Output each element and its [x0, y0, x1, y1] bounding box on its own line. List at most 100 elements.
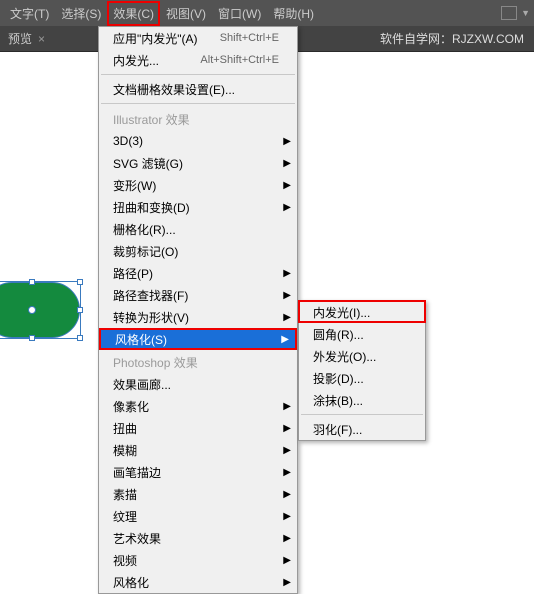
- section-header: Illustrator 效果: [99, 107, 297, 130]
- menu-help[interactable]: 帮助(H): [267, 1, 320, 26]
- arrow-icon: ▶: [283, 136, 291, 147]
- menu-view[interactable]: 视图(V): [160, 1, 212, 26]
- arrow-icon: ▶: [283, 423, 291, 434]
- menu-text[interactable]: 文字(T): [4, 1, 55, 26]
- menu-ps-stylize[interactable]: 风格化 ▶: [99, 571, 297, 593]
- arrow-icon: ▶: [283, 511, 291, 522]
- menu-label: 内发光...: [113, 52, 159, 69]
- arrow-icon: ▶: [283, 401, 291, 412]
- close-icon[interactable]: ×: [38, 32, 45, 46]
- menu-apply-inner-glow[interactable]: 应用"内发光"(A) Shift+Ctrl+E: [99, 27, 297, 49]
- dropdown-icon[interactable]: ▼: [521, 8, 530, 18]
- menu-label: 涂抹(B)...: [313, 392, 363, 409]
- menu-label: 纹理: [113, 508, 137, 525]
- menu-label: 视频: [113, 552, 137, 569]
- menu-pixelate[interactable]: 像素化 ▶: [99, 395, 297, 417]
- menubar: 文字(T) 选择(S) 效果(C) 视图(V) 窗口(W) 帮助(H) ▼: [0, 0, 534, 26]
- menu-label: 画笔描边: [113, 464, 161, 481]
- stylize-submenu: 内发光(I)... 圆角(R)... 外发光(O)... 投影(D)... 涂抹…: [298, 300, 426, 441]
- shortcut: Alt+Shift+Ctrl+E: [200, 54, 279, 66]
- menu-label: 路径查找器(F): [113, 287, 188, 304]
- arrow-icon: ▶: [283, 467, 291, 478]
- submenu-scribble[interactable]: 涂抹(B)...: [299, 389, 425, 411]
- menu-label: 路径(P): [113, 265, 153, 282]
- section-header: Photoshop 效果: [99, 350, 297, 373]
- arrow-icon: ▶: [283, 268, 291, 279]
- toolbar-right: ▼: [501, 6, 530, 20]
- separator: [301, 414, 423, 415]
- menu-label: 投影(D)...: [313, 370, 364, 387]
- menu-sketch[interactable]: 素描 ▶: [99, 483, 297, 505]
- menu-distort-transform[interactable]: 扭曲和变换(D) ▶: [99, 196, 297, 218]
- menu-label: 扭曲和变换(D): [113, 199, 190, 216]
- canvas[interactable]: [0, 52, 100, 532]
- watermark-text: 软件自学网：RJZXW.COM: [380, 30, 534, 47]
- menu-3d[interactable]: 3D(3) ▶: [99, 130, 297, 152]
- arrow-icon: ▶: [283, 489, 291, 500]
- document-tab[interactable]: 预览 ×: [0, 26, 53, 51]
- arrow-icon: ▶: [283, 577, 291, 588]
- menu-label: 栅格化(R)...: [113, 221, 176, 238]
- menu-label: 羽化(F)...: [313, 421, 362, 438]
- menu-label: 裁剪标记(O): [113, 243, 178, 260]
- tab-label: 预览: [8, 30, 32, 47]
- shortcut: Shift+Ctrl+E: [220, 32, 279, 44]
- menu-distort[interactable]: 扭曲 ▶: [99, 417, 297, 439]
- menu-label: 外发光(O)...: [313, 348, 376, 365]
- menu-select[interactable]: 选择(S): [55, 1, 107, 26]
- menu-crop-marks[interactable]: 裁剪标记(O): [99, 240, 297, 262]
- arrow-icon: ▶: [283, 158, 291, 169]
- menu-label: 文档栅格效果设置(E)...: [113, 81, 235, 98]
- menu-path[interactable]: 路径(P) ▶: [99, 262, 297, 284]
- menu-video[interactable]: 视频 ▶: [99, 549, 297, 571]
- menu-effect[interactable]: 效果(C): [107, 1, 160, 26]
- arrow-icon: ▶: [283, 180, 291, 191]
- arrow-icon: ▶: [283, 312, 291, 323]
- arrow-icon: ▶: [283, 202, 291, 213]
- menu-label: 像素化: [113, 398, 149, 415]
- menu-label: 圆角(R)...: [313, 326, 364, 343]
- effect-dropdown: 应用"内发光"(A) Shift+Ctrl+E 内发光... Alt+Shift…: [98, 26, 298, 594]
- menu-warp[interactable]: 变形(W) ▶: [99, 174, 297, 196]
- separator: [101, 103, 295, 104]
- menu-label: 效果画廊...: [113, 376, 171, 393]
- menu-artistic[interactable]: 艺术效果 ▶: [99, 527, 297, 549]
- menu-label: 转换为形状(V): [113, 309, 189, 326]
- submenu-outer-glow[interactable]: 外发光(O)...: [299, 345, 425, 367]
- menu-blur[interactable]: 模糊 ▶: [99, 439, 297, 461]
- layout-icon[interactable]: [501, 6, 517, 20]
- menu-label: 扭曲: [113, 420, 137, 437]
- menu-label: 模糊: [113, 442, 137, 459]
- menu-raster-settings[interactable]: 文档栅格效果设置(E)...: [99, 78, 297, 100]
- menu-pathfinder[interactable]: 路径查找器(F) ▶: [99, 284, 297, 306]
- separator: [101, 74, 295, 75]
- menu-label: 内发光(I)...: [313, 304, 370, 321]
- arrow-icon: ▶: [283, 555, 291, 566]
- menu-label: SVG 滤镜(G): [113, 155, 183, 172]
- submenu-feather[interactable]: 羽化(F)...: [299, 418, 425, 440]
- menu-label: 艺术效果: [113, 530, 161, 547]
- menu-label: 变形(W): [113, 177, 156, 194]
- menu-label: 3D(3): [113, 134, 143, 148]
- menu-window[interactable]: 窗口(W): [212, 1, 267, 26]
- menu-texture[interactable]: 纹理 ▶: [99, 505, 297, 527]
- arrow-icon: ▶: [283, 290, 291, 301]
- submenu-drop-shadow[interactable]: 投影(D)...: [299, 367, 425, 389]
- menu-label: 风格化(S): [115, 331, 167, 348]
- menu-rasterize[interactable]: 栅格化(R)...: [99, 218, 297, 240]
- menu-brush-strokes[interactable]: 画笔描边 ▶: [99, 461, 297, 483]
- arrow-icon: ▶: [283, 533, 291, 544]
- menu-label: 应用"内发光"(A): [113, 30, 198, 47]
- selected-shape[interactable]: [0, 282, 80, 338]
- menu-label: 风格化: [113, 574, 149, 591]
- arrow-icon: ▶: [283, 445, 291, 456]
- submenu-inner-glow[interactable]: 内发光(I)...: [299, 301, 425, 323]
- menu-convert-to-shape[interactable]: 转换为形状(V) ▶: [99, 306, 297, 328]
- menu-svg-filters[interactable]: SVG 滤镜(G) ▶: [99, 152, 297, 174]
- arrow-icon: ▶: [281, 334, 289, 345]
- menu-stylize[interactable]: 风格化(S) ▶: [99, 328, 297, 350]
- menu-inner-glow[interactable]: 内发光... Alt+Shift+Ctrl+E: [99, 49, 297, 71]
- submenu-round-corners[interactable]: 圆角(R)...: [299, 323, 425, 345]
- menu-label: 素描: [113, 486, 137, 503]
- menu-effect-gallery[interactable]: 效果画廊...: [99, 373, 297, 395]
